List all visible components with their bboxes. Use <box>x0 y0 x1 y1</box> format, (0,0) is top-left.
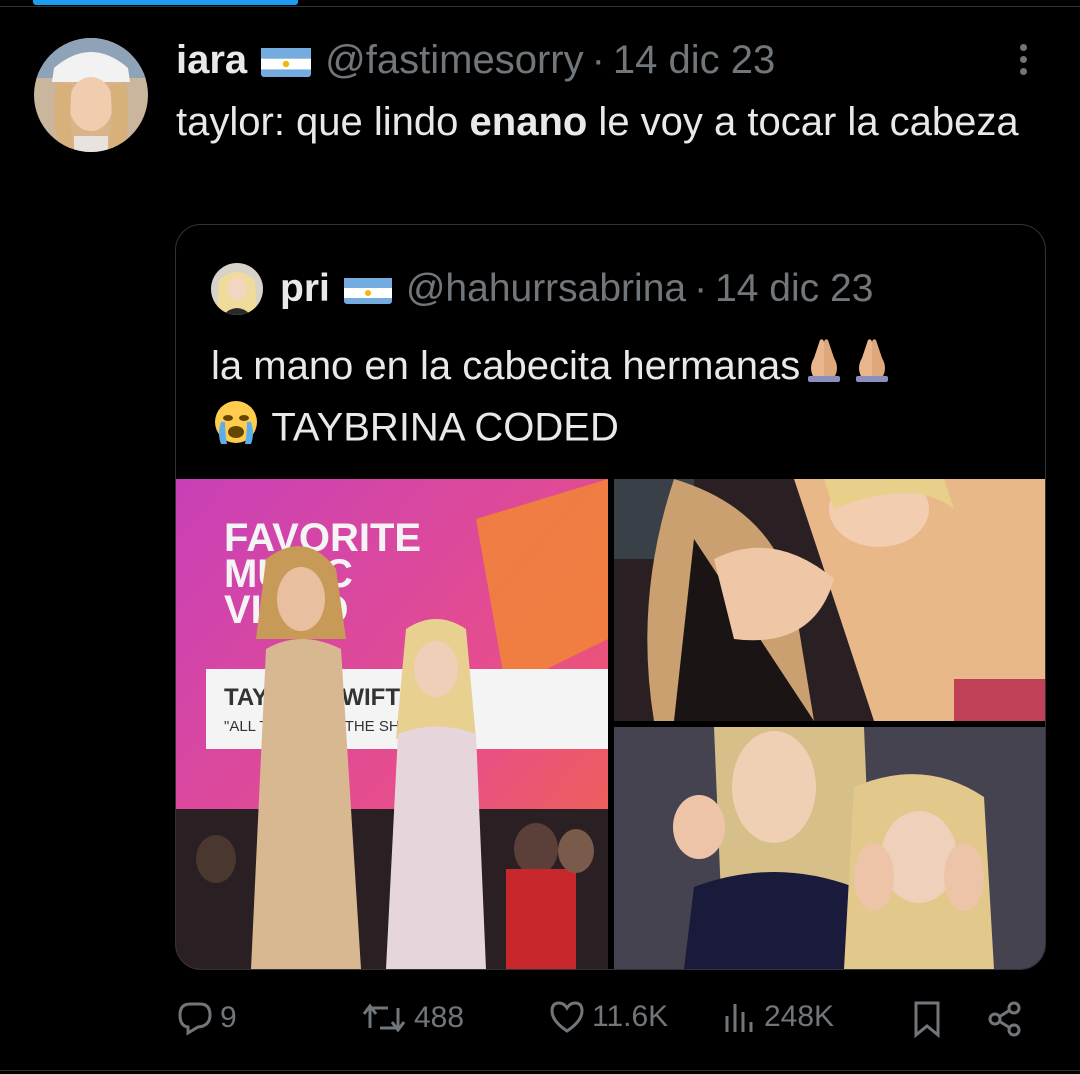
tweet-text-bold: enano <box>469 100 588 144</box>
media-grid: FAVORITE MUSIC VIDEO TAYLOR SWIFT "ALL T… <box>176 479 1045 969</box>
retweet-icon <box>362 1003 406 1033</box>
views-count: 248K <box>764 1000 835 1033</box>
tweet-text-part: le voy a tocar la cabeza <box>587 100 1019 144</box>
share-button[interactable] <box>986 1000 1024 1038</box>
quoted-author-avatar[interactable] <box>211 263 263 315</box>
like-button[interactable]: 11.6K <box>548 1000 668 1034</box>
views-icon <box>725 1004 753 1032</box>
argentina-flag-icon <box>261 45 312 77</box>
reply-count: 9 <box>220 1001 237 1034</box>
separator: · <box>694 267 708 310</box>
quoted-text-line2: TAYBRINA CODED <box>211 398 1031 462</box>
separator: · <box>591 38 605 82</box>
media-image-2[interactable] <box>614 479 1045 721</box>
reply-icon <box>178 1002 212 1036</box>
quoted-line2: TAYBRINA CODED <box>271 406 619 450</box>
action-bar: 9 488 11.6K 248K <box>0 996 1080 1052</box>
divider <box>0 1070 1080 1071</box>
loading-progress-bar <box>33 0 298 5</box>
divider <box>0 6 1080 7</box>
like-count: 11.6K <box>592 1000 669 1033</box>
share-icon <box>988 1001 1021 1037</box>
quoted-tweet-card[interactable]: pri @hahurrsabrina · 14 dic 23 la mano e… <box>175 224 1046 970</box>
like-icon <box>550 1001 584 1033</box>
media-image-1[interactable]: FAVORITE MUSIC VIDEO TAYLOR SWIFT "ALL T… <box>176 479 608 969</box>
quoted-header: pri @hahurrsabrina · 14 dic 23 <box>280 267 873 311</box>
quoted-author-name: pri <box>280 267 330 310</box>
tweet-header: iara @fastimesorry · 14 dic 23 <box>176 38 775 83</box>
argentina-flag-icon <box>343 274 392 304</box>
author-avatar[interactable] <box>34 38 148 152</box>
tweet-text: taylor: que lindo enano le voy a tocar l… <box>176 92 1036 152</box>
retweet-count: 488 <box>414 1001 465 1034</box>
bookmark-button[interactable] <box>910 1000 944 1038</box>
praying-hands-emoji <box>800 338 848 398</box>
quoted-date: 14 dic 23 <box>715 267 874 310</box>
crying-face-emoji <box>211 398 261 462</box>
tweet-text-part: taylor: que lindo <box>176 100 470 144</box>
author-handle[interactable]: @fastimesorry <box>325 38 583 83</box>
retweet-button[interactable]: 488 <box>360 1000 464 1036</box>
tweet-date[interactable]: 14 dic 23 <box>613 38 775 83</box>
views-button[interactable]: 248K <box>722 1000 834 1034</box>
author-name[interactable]: iara <box>176 38 247 83</box>
praying-hands-emoji <box>848 338 896 398</box>
quoted-line1: la mano en la cabecita hermanas <box>211 344 801 388</box>
reply-button[interactable]: 9 <box>176 1000 237 1036</box>
quoted-author-handle: @hahurrsabrina <box>405 267 687 310</box>
quoted-text: la mano en la cabecita hermanas TAYBRINA… <box>211 337 1031 462</box>
more-vertical-icon[interactable] <box>1015 44 1031 78</box>
bookmark-icon <box>914 1001 940 1038</box>
media-image-3[interactable] <box>614 727 1045 969</box>
quoted-text-line1: la mano en la cabecita hermanas <box>211 337 1031 398</box>
